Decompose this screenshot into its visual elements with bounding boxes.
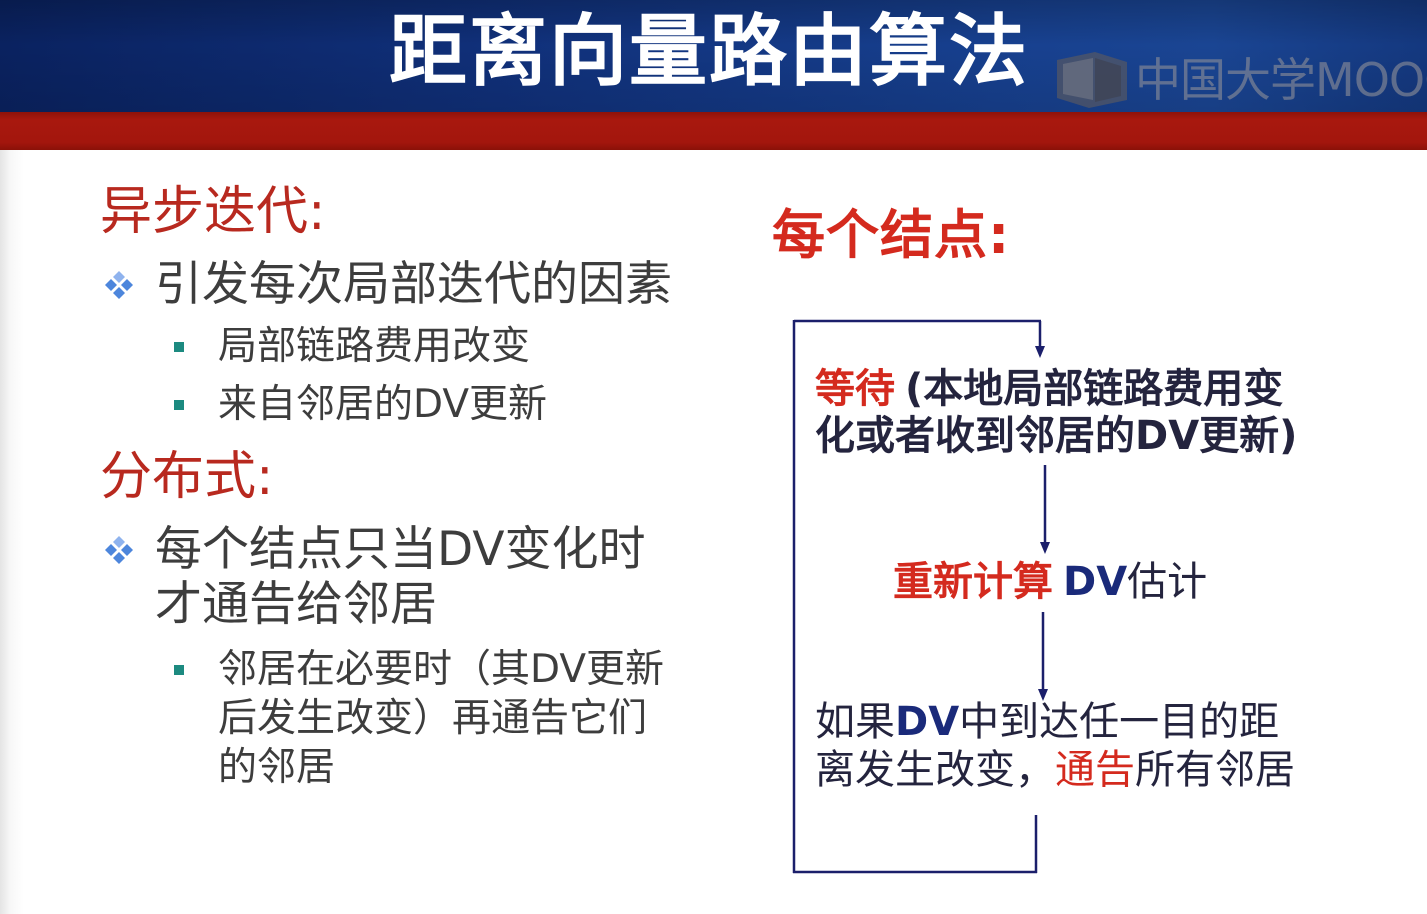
arrow-to-wait-head bbox=[1035, 346, 1045, 358]
flow-step-wait-line: 化或者收到邻居的DV更新) bbox=[815, 413, 1298, 459]
notify-text: 所有邻居 bbox=[1135, 747, 1295, 793]
keyword-wait: 等待 bbox=[815, 366, 895, 412]
flow-step-notify-line: 如果DV中到达任一目的距 bbox=[815, 698, 1295, 746]
flow-step-notify: 如果DV中到达任一目的距 离发生改变，通告所有邻居 bbox=[815, 698, 1295, 794]
keyword-notify: 通告 bbox=[1055, 747, 1135, 793]
notify-text: 离发生改变， bbox=[815, 747, 1055, 793]
wait-condition-text: (本地局部链路费用变 bbox=[905, 366, 1284, 412]
recompute-rest-text: 估计 bbox=[1127, 559, 1208, 605]
flow-step-wait: 等待 (本地局部链路费用变 化或者收到邻居的DV更新) bbox=[815, 366, 1297, 460]
arrow-to-recompute-head bbox=[1040, 542, 1050, 554]
flow-step-wait-line: 等待 (本地局部链路费用变 bbox=[815, 366, 1297, 413]
flow-step-recompute: 重新计算 DV估计 bbox=[893, 558, 1207, 606]
notify-text: 如果 bbox=[815, 699, 895, 745]
dv-label: DV bbox=[895, 699, 960, 745]
flow-step-notify-line: 离发生改变，通告所有邻居 bbox=[815, 746, 1295, 794]
notify-text: 中到达任一目的距 bbox=[959, 699, 1280, 745]
keyword-recompute: 重新计算 bbox=[893, 559, 1053, 605]
dv-label: DV bbox=[1063, 559, 1128, 605]
lecture-slide: 距离向量路由算法 中国大学MOOC 异步迭代: 引发每次局部迭代的因素 局部链路… bbox=[0, 0, 1427, 914]
